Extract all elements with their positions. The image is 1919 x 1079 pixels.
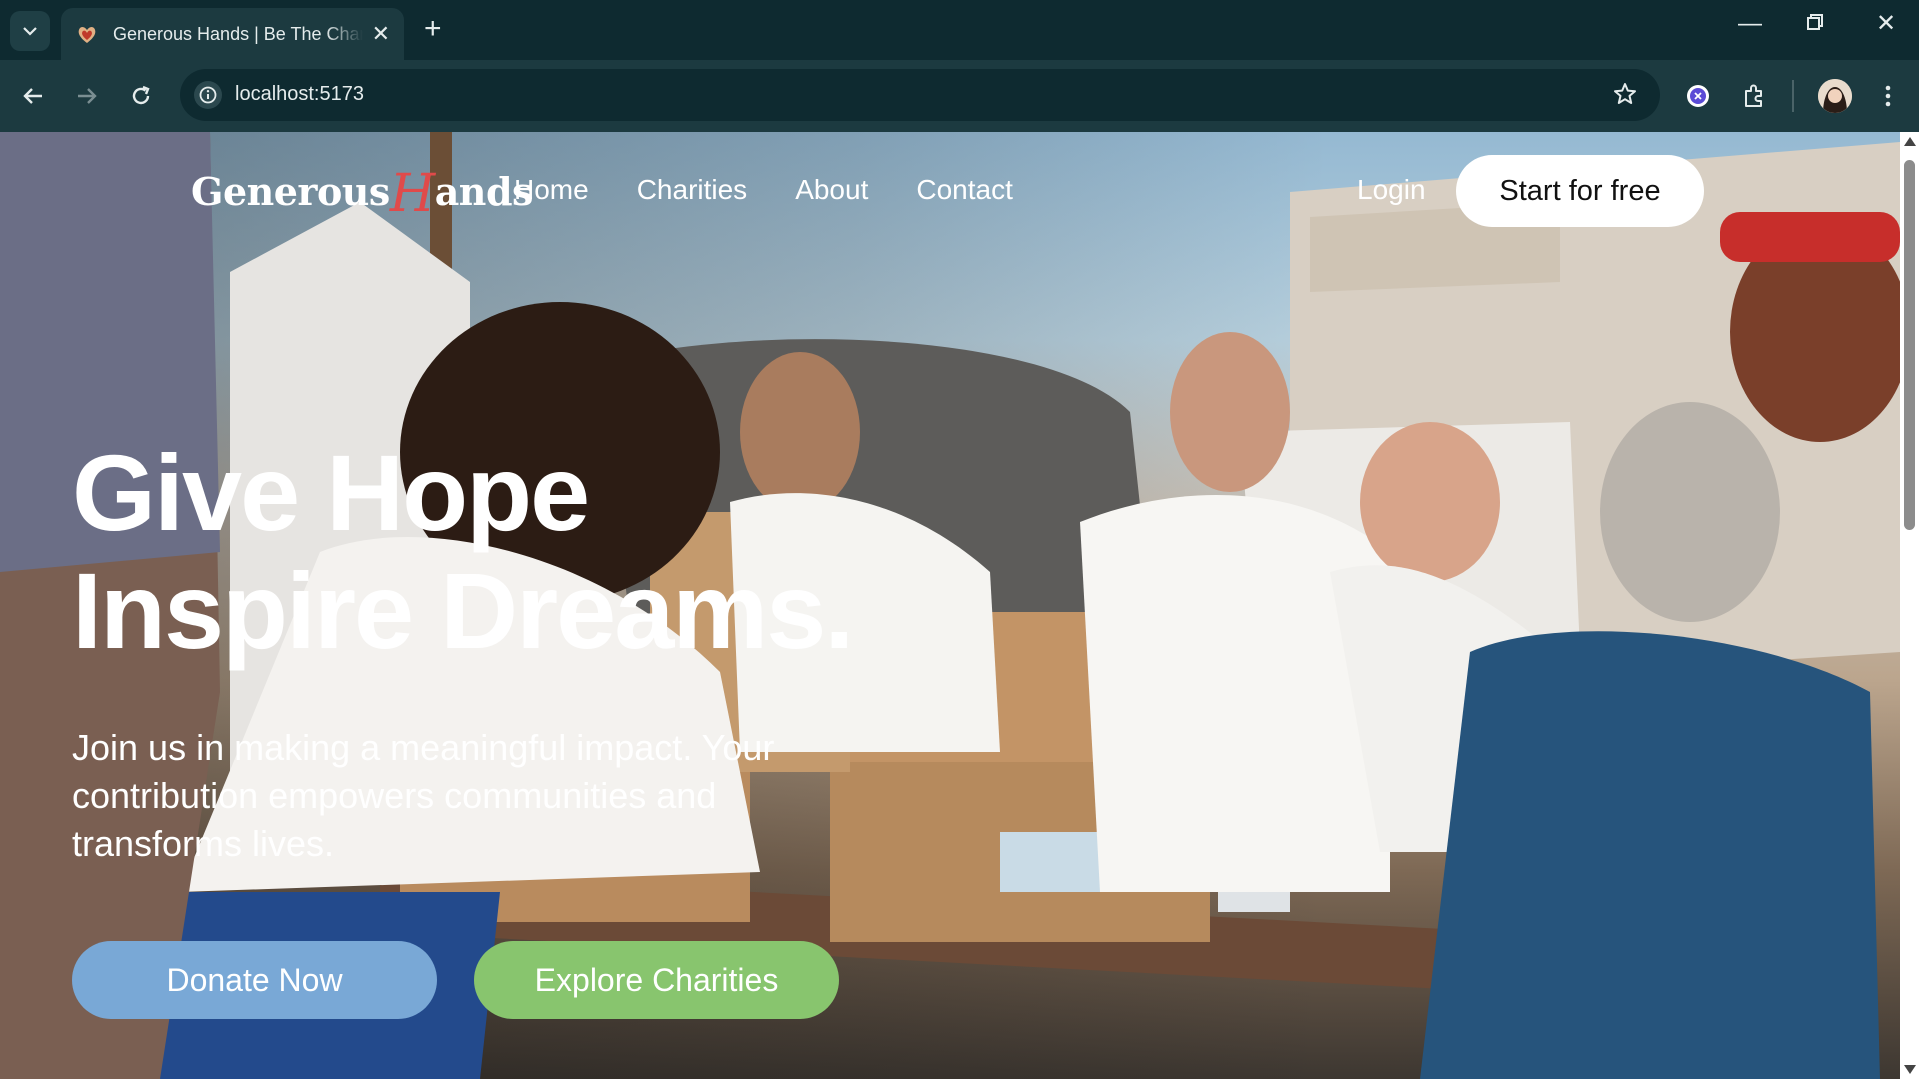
explore-charities-button[interactable]: Explore Charities [474,941,839,1019]
login-link[interactable]: Login [1357,174,1426,206]
donate-now-button[interactable]: Donate Now [72,941,437,1019]
main-nav: Home Charities About Contact [514,174,1013,206]
extension-icon[interactable] [1683,81,1713,111]
site-logo[interactable]: GenerousHands [191,164,533,224]
tab-search-icon[interactable] [10,11,50,51]
hero-subtitle: Join us in making a meaningful impact. Y… [72,727,775,864]
tab-title: Generous Hands | Be The Change [113,23,363,44]
nav-contact[interactable]: Contact [916,174,1013,206]
reload-icon[interactable] [126,81,156,111]
web-page: GenerousHands Home Charities About Conta… [0,132,1900,1079]
browser-tab-strip: Generous Hands | Be The Change ✕ + — ✕ [0,0,1919,60]
window-close-icon[interactable]: ✕ [1876,12,1896,36]
scroll-down-icon[interactable] [1904,1065,1916,1074]
scroll-up-icon[interactable] [1904,137,1916,146]
hero-title: Give Hope Inspire Dreams. [72,432,854,671]
scrollbar-thumb[interactable] [1904,160,1915,530]
logo-text-prefix: Generous [191,169,390,214]
hero-title-line1: Give Hope [72,432,590,553]
restore-icon[interactable] [1806,12,1824,36]
logo-h-letter: H [389,164,435,224]
menu-kebab-icon[interactable] [1873,81,1903,111]
puzzle-icon[interactable] [1739,81,1769,111]
profile-avatar[interactable] [1818,79,1852,113]
forward-icon[interactable] [72,81,102,111]
url-text[interactable]: localhost:5173 [235,83,364,106]
toolbar-divider [1792,80,1794,112]
bookmark-star-icon[interactable] [1612,81,1638,112]
hero-title-line2: Inspire Dreams. [72,550,854,671]
browser-toolbar: localhost:5173 [0,60,1919,132]
favicon-icon [75,22,99,46]
address-bar[interactable]: localhost:5173 [180,69,1660,121]
nav-home[interactable]: Home [514,174,589,206]
nav-charities[interactable]: Charities [637,174,747,206]
page-scrollbar[interactable] [1900,132,1919,1079]
site-info-icon[interactable] [194,81,222,109]
minimize-icon[interactable]: — [1738,12,1762,36]
browser-tab[interactable]: Generous Hands | Be The Change ✕ [61,8,404,60]
nav-about[interactable]: About [795,174,868,206]
start-for-free-button[interactable]: Start for free [1456,155,1704,227]
back-icon[interactable] [18,81,48,111]
close-icon[interactable]: ✕ [372,23,390,45]
site-navbar: GenerousHands Home Charities About Conta… [0,132,1900,242]
new-tab-icon[interactable]: + [424,14,442,44]
